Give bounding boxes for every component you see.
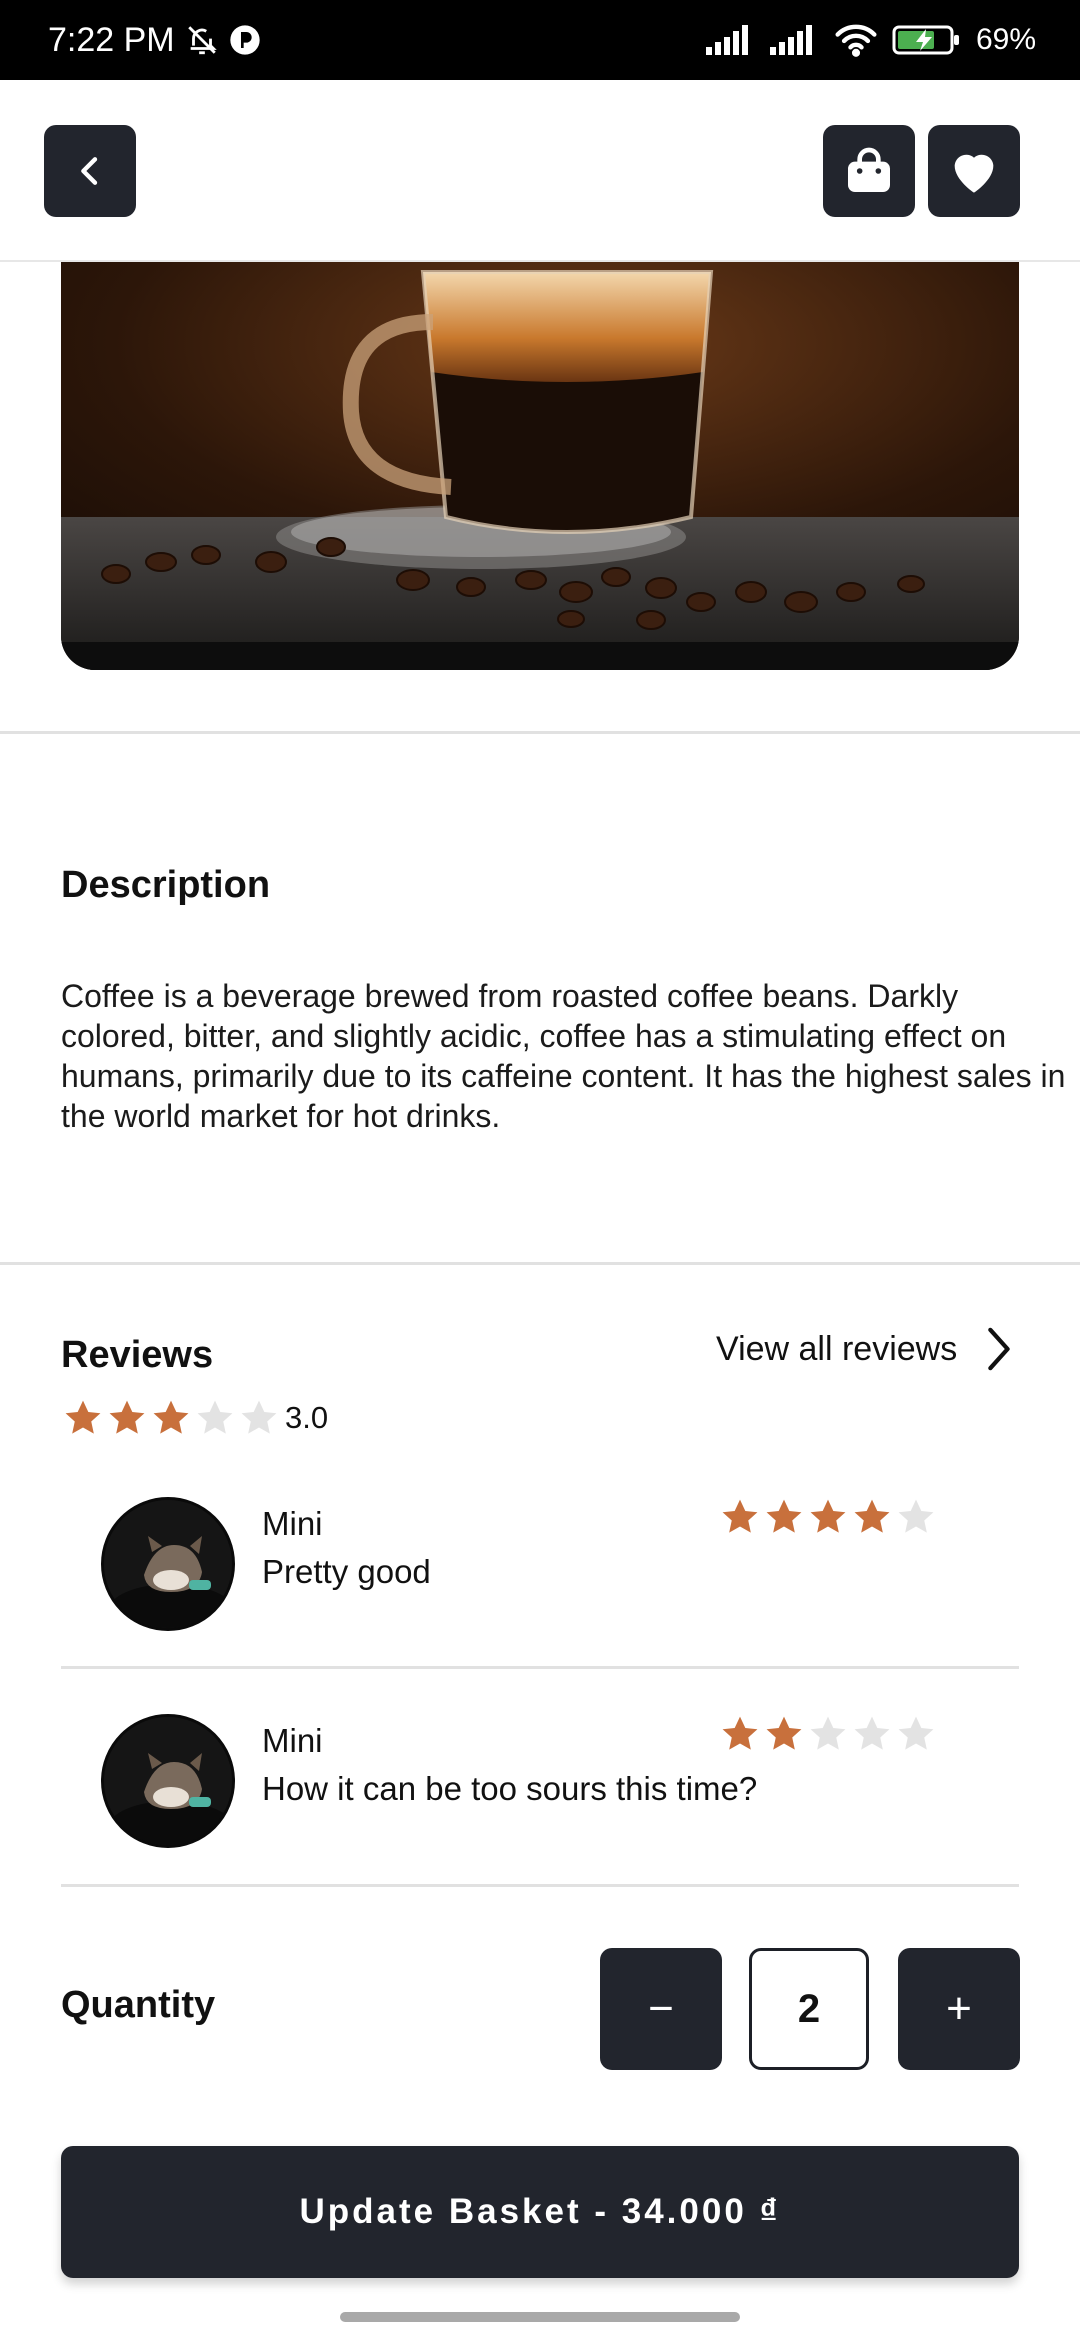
- basket-button[interactable]: [823, 125, 915, 217]
- review-text: Pretty good: [262, 1553, 431, 1590]
- home-indicator: [340, 2312, 740, 2322]
- star-filled-icon: [65, 1400, 101, 1434]
- increase-quantity-button[interactable]: +: [898, 1948, 1020, 2070]
- quantity-label: Quantity: [61, 1984, 216, 2026]
- average-rating-value: 3.0: [285, 1400, 329, 1435]
- review-text: How it can be too sours this time?: [262, 1770, 758, 1807]
- star-empty-icon: [810, 1716, 846, 1750]
- description-title: Description: [61, 864, 271, 906]
- view-all-reviews-link[interactable]: View all reviews: [716, 1326, 1013, 1372]
- star-filled-icon: [722, 1499, 758, 1533]
- battery-charging-icon: [892, 23, 962, 57]
- bell-off-icon: [185, 23, 219, 57]
- avatar: [101, 1497, 235, 1631]
- review-stars: [718, 1495, 938, 1539]
- star-empty-icon: [898, 1499, 934, 1533]
- average-rating: 3.0: [61, 1396, 328, 1440]
- review-divider: [61, 1666, 1019, 1669]
- heart-icon: [954, 154, 994, 193]
- top-app-bar: [0, 80, 1080, 262]
- status-time: 7:22 PM: [48, 20, 175, 59]
- app-badge-icon: [229, 24, 261, 56]
- reviewer-name: Mini: [262, 1505, 323, 1542]
- average-rating-stars: [61, 1396, 281, 1440]
- avatar: [101, 1714, 235, 1848]
- signal-icon: [769, 25, 820, 55]
- favorite-button[interactable]: [928, 125, 1020, 217]
- divider: [0, 731, 1080, 734]
- product-detail-screen: 7:22 PM 69% Description Coffee is a beve…: [0, 0, 1080, 2340]
- signal-icon: [705, 25, 756, 55]
- decrease-quantity-button[interactable]: −: [600, 1948, 722, 2070]
- coffee-cup-illustration: [61, 262, 1019, 670]
- review-stars: [718, 1712, 938, 1756]
- view-all-reviews-label: View all reviews: [716, 1329, 958, 1368]
- back-button[interactable]: [44, 125, 136, 217]
- star-empty-icon: [898, 1716, 934, 1750]
- review-divider: [61, 1884, 1019, 1887]
- status-left: 7:22 PM: [48, 21, 261, 60]
- reviewer-name: Mini: [262, 1722, 323, 1759]
- star-empty-icon: [854, 1716, 890, 1750]
- description-text: Coffee is a beverage brewed from roasted…: [61, 978, 1066, 1134]
- divider: [0, 1262, 1080, 1265]
- star-filled-icon: [153, 1400, 189, 1434]
- wifi-icon: [834, 23, 878, 57]
- chevron-right-icon: [988, 1327, 1010, 1371]
- star-filled-icon: [810, 1499, 846, 1533]
- reviews-title: Reviews: [61, 1334, 214, 1376]
- star-filled-icon: [766, 1716, 802, 1750]
- star-filled-icon: [854, 1499, 890, 1533]
- star-empty-icon: [197, 1400, 233, 1434]
- chevron-left-icon: [81, 157, 98, 185]
- review-item: Mini How it can be too sours this time?: [61, 1692, 1019, 1907]
- shopping-bag-icon: [848, 147, 890, 192]
- product-image: [61, 262, 1019, 670]
- review-item: Mini Pretty good: [61, 1475, 1019, 1690]
- update-basket-button[interactable]: Update Basket - 34.000 ₫: [61, 2146, 1019, 2278]
- battery-level: 69%: [975, 23, 1036, 56]
- quantity-value[interactable]: 2: [749, 1948, 869, 2070]
- star-filled-icon: [766, 1499, 802, 1533]
- star-filled-icon: [722, 1716, 758, 1750]
- status-right: 69%: [705, 23, 1036, 57]
- star-empty-icon: [241, 1400, 277, 1434]
- star-filled-icon: [109, 1400, 145, 1434]
- status-bar: 7:22 PM 69%: [0, 0, 1080, 80]
